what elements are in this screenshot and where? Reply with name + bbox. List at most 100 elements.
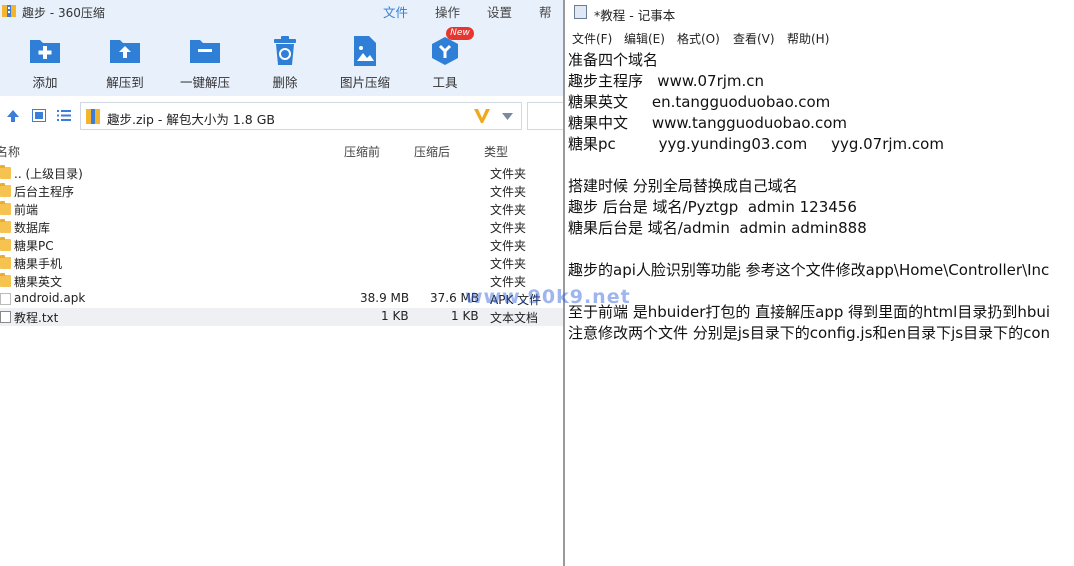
image-compress-label: 图片压缩 [339,75,390,90]
text-line: 趣步 后台是 域名/Pyztgp admin 123456 [568,198,857,216]
tools-icon [432,37,458,65]
tools-label: 工具 [432,75,458,90]
address-bar[interactable]: 趣步.zip - 解包大小为 1.8 GB [80,102,522,130]
text-line: 糖果后台是 域名/admin admin admin888 [568,219,867,237]
folder-icon [0,165,11,179]
file-row[interactable]: 前端 文件夹 [0,200,563,218]
menu-operate[interactable]: 操作 [435,2,460,21]
image-compress-button[interactable]: 图片压缩 [330,24,400,96]
add-icon [30,40,60,63]
folder-icon [0,201,11,215]
new-badge: New [446,27,474,40]
delete-button[interactable]: 删除 [250,24,320,96]
file-row[interactable]: 数据库 文件夹 [0,218,563,236]
one-click-extract-label: 一键解压 [179,75,230,90]
file-row-parent[interactable]: .. (上级目录) 文件夹 [0,164,563,182]
text-file-icon [0,311,11,323]
image-compress-icon [354,36,376,66]
text-line [568,281,1074,302]
add-label: 添加 [32,75,58,90]
text-line: 趣步主程序 www.07rjm.cn [568,72,765,90]
notepad-icon [574,5,587,19]
file-name: 教程.txt [14,311,59,325]
np-menu-help[interactable]: 帮助(H) [787,30,829,47]
np-menu-file[interactable]: 文件(F) [572,30,612,47]
file-type: 文件夹 [490,203,527,217]
zip-file-icon [86,109,100,124]
one-click-extract-icon [190,40,220,63]
text-line [568,155,1074,176]
chevron-down-icon[interactable] [502,113,513,120]
np-menu-format[interactable]: 格式(O) [677,30,720,47]
notepad-text-area[interactable]: 准备四个域名 趣步主程序 www.07rjm.cn 糖果英文 en.tanggu… [568,50,1074,344]
col-name[interactable]: 名称 [0,143,20,160]
file-name: 糖果手机 [14,257,63,271]
file-type: 文本文档 [490,311,539,325]
folder-icon [0,237,11,251]
col-before[interactable]: 压缩前 [344,143,380,160]
file-type: 文件夹 [490,185,527,199]
file-row[interactable]: 后台主程序 文件夹 [0,182,563,200]
notepad-window: *教程 - 记事本 文件(F) 编辑(E) 格式(O) 查看(V) 帮助(H) … [565,0,1074,566]
zip-app-icon [2,5,16,17]
file-name: .. (上级目录) [14,167,83,181]
file-row-selected[interactable]: 教程.txt 1 KB 1 KB 文本文档 [0,308,563,326]
notepad-title: *教程 - 记事本 [594,8,676,23]
np-menu-view[interactable]: 查看(V) [733,30,775,47]
zip-window: 趣步 - 360压缩 文件 操作 设置 帮助 添加 解压到 一键解压 [0,0,563,566]
text-line: 准备四个域名 [568,51,659,69]
file-name: 糖果英文 [14,275,63,289]
text-line: 趣步的api人脸识别等功能 参考这个文件修改app\Home\Controlle… [568,261,1050,279]
text-line: 注意修改两个文件 分别是js目录下的config.js和en目录下js目录下的c… [568,324,1051,342]
text-line [568,239,1074,260]
list-view-icon[interactable] [57,109,71,122]
menu-settings[interactable]: 设置 [487,2,512,21]
np-menu-edit[interactable]: 编辑(E) [624,30,665,47]
file-type: 文件夹 [490,239,527,253]
thumbnail-view-icon[interactable] [32,109,46,122]
extract-to-button[interactable]: 解压到 [90,24,160,96]
zip-window-title: 趣步 - 360压缩 [22,6,105,20]
search-input[interactable] [527,102,563,130]
folder-icon [0,219,11,233]
text-line: 搭建时候 分别全局替换成自己域名 [568,177,798,195]
col-after[interactable]: 压缩后 [414,143,450,160]
file-name: 后台主程序 [14,185,75,199]
file-name: 前端 [14,203,39,217]
delete-icon [274,36,296,65]
text-line: 糖果中文 www.tangguoduobao.com [568,114,847,132]
vip-v-icon[interactable] [474,109,490,123]
notepad-menu-bar: 文件(F) 编辑(E) 格式(O) 查看(V) 帮助(H) [565,28,1074,48]
file-type: 文件夹 [490,167,527,181]
watermark: www.90k9.net [465,286,631,308]
menu-file[interactable]: 文件 [383,2,408,21]
apk-file-icon [0,293,11,305]
add-button[interactable]: 添加 [10,24,80,96]
file-row[interactable]: 糖果手机 文件夹 [0,254,563,272]
address-row: 趣步.zip - 解包大小为 1.8 GB [0,100,563,132]
archive-path: 趣步.zip - 解包大小为 1.8 GB [107,112,275,127]
file-row[interactable]: 糖果PC 文件夹 [0,236,563,254]
zip-title-bar: 趣步 - 360压缩 文件 操作 设置 帮助 [0,0,563,39]
file-type: 文件夹 [490,221,527,235]
folder-icon [0,255,11,269]
zip-toolbar: 添加 解压到 一键解压 删除 图片压缩 工具 [0,24,563,96]
one-click-extract-button[interactable]: 一键解压 [170,24,240,96]
text-line: 至于前端 是hbuider打包的 直接解压app 得到里面的html目录扔到hb… [568,303,1051,321]
text-line: 糖果英文 en.tangguoduobao.com [568,93,831,111]
file-size-before: 1 KB [381,309,409,323]
file-size-before: 38.9 MB [360,291,410,305]
column-header: 名称 压缩前 压缩后 类型 [0,140,563,162]
delete-label: 删除 [272,75,298,90]
file-name: 糖果PC [14,239,54,253]
col-type[interactable]: 类型 [484,143,508,160]
file-type: 文件夹 [490,257,527,271]
text-line: 糖果pc yyg.yunding03.com yyg.07rjm.com [568,135,944,153]
folder-icon [0,183,11,197]
notepad-title-bar: *教程 - 记事本 [565,0,1074,26]
folder-icon [0,273,11,287]
extract-to-label: 解压到 [106,75,144,90]
up-arrow-icon[interactable] [6,109,20,123]
extract-to-icon [110,40,140,63]
file-size-after: 1 KB [451,309,479,323]
